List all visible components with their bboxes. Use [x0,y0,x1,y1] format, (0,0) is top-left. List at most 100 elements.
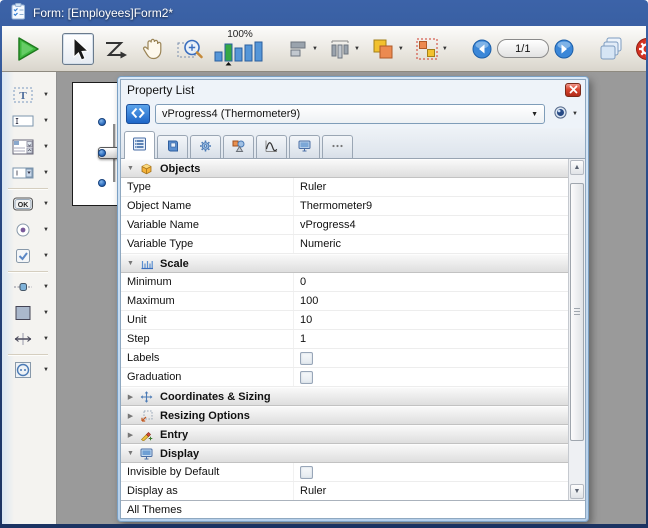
property-value[interactable]: Ruler [293,178,568,196]
property-value[interactable]: 10 [293,311,568,329]
theme-filter-bar[interactable]: All Themes [121,500,585,518]
property-value[interactable]: 1 [293,330,568,348]
sidebar-checkbox-tool[interactable]: ▼ [9,245,54,267]
property-value[interactable]: Ruler [293,482,568,500]
execute-form-button[interactable] [10,33,44,65]
property-label: Variable Name [121,216,293,234]
invisible-by-default-checkbox[interactable] [300,466,313,479]
zoom-bars-icon[interactable] [214,40,266,69]
collapse-triangle-icon[interactable]: ▼ [125,260,136,267]
expand-triangle-icon[interactable]: ▶ [125,431,136,439]
tab-shapes[interactable] [223,135,254,158]
form-pages-button[interactable] [595,34,627,64]
selection-handle[interactable] [98,118,106,126]
tab-curve[interactable] [256,135,287,158]
pan-tool-button[interactable] [136,34,168,64]
svg-text:OK: OK [18,202,29,209]
sidebar-plugin-tool[interactable]: ▼ [9,359,54,381]
property-label: Step [121,330,293,348]
chevron-down-icon[interactable]: ▼ [442,46,448,52]
chevron-down-icon[interactable]: ▼ [43,367,49,373]
chevron-down-icon[interactable]: ▼ [43,118,49,124]
selection-handle[interactable] [98,149,106,157]
scroll-up-button[interactable]: ▲ [570,160,584,175]
listbox-tool-icon [9,136,37,158]
property-label: Labels [121,349,293,367]
chevron-down-icon[interactable]: ▼ [354,46,360,52]
previous-page-button[interactable] [472,39,492,59]
section-resizing-options[interactable]: ▶ Resizing Options [121,406,568,425]
collapse-triangle-icon[interactable]: ▼ [125,450,136,457]
sidebar-text-tool[interactable]: T▼ [9,84,54,106]
sidebar-radio-tool[interactable]: ▼ [9,219,54,241]
sidebar-button-tool[interactable]: OK ▼ [9,193,54,215]
expand-triangle-icon[interactable]: ▶ [125,393,136,401]
chevron-down-icon[interactable]: ▼ [43,253,49,259]
object-level-button[interactable]: ▼ [368,35,407,63]
entry-order-tool-button[interactable] [99,35,131,63]
tab-monitor[interactable] [289,135,320,158]
zoom-level-widget[interactable]: 100% [214,29,266,69]
chevron-down-icon[interactable]: ▼ [43,201,49,207]
chevron-down-icon[interactable]: ▼ [43,310,49,316]
selection-handle[interactable] [98,179,106,187]
code-button[interactable] [126,104,150,124]
group-objects-button[interactable]: ▼ [412,35,451,63]
sidebar-rectangle-tool[interactable]: ▼ [9,302,54,324]
property-grid: ▼ObjectsTypeRulerObject NameThermometer9… [121,159,585,500]
section-scale[interactable]: ▼Scale [121,254,568,273]
tab-book[interactable] [157,135,188,158]
sidebar-listbox-tool[interactable]: ▼ [9,136,54,158]
scrollbar[interactable]: ▲ ▼ [568,159,585,500]
scroll-thumb[interactable] [570,183,584,441]
chevron-down-icon[interactable]: ▼ [312,46,318,52]
align-objects-button[interactable]: ▼ [286,37,321,61]
distribute-objects-button[interactable]: ▼ [326,37,363,61]
zoom-tool-button[interactable] [173,34,207,64]
collapse-triangle-icon[interactable]: ▼ [125,165,136,172]
sidebar-combobox-tool[interactable]: ▼ [9,162,54,184]
selection-tool-button[interactable] [62,33,94,65]
scroll-down-button[interactable]: ▼ [570,484,584,499]
chevron-down-icon[interactable]: ▼ [43,144,49,150]
chevron-down-icon[interactable]: ▼ [398,46,404,52]
property-list-titlebar[interactable]: Property List [121,80,585,100]
sidebar-input-tool[interactable]: ▼ [9,110,54,132]
section-objects[interactable]: ▼Objects [121,159,568,178]
object-selector[interactable]: vProgress4 (Thermometer9) ▼ [155,104,545,124]
section-entry[interactable]: ▶Entry [121,425,568,444]
chevron-down-icon[interactable]: ▼ [43,284,49,290]
section-label: Resizing Options [160,410,250,422]
play-icon [13,35,41,63]
tab-gear[interactable] [190,135,221,158]
theme-visibility-button[interactable]: ▼ [550,106,580,122]
curve-tab-icon [264,139,279,156]
chevron-down-icon[interactable]: ▼ [43,170,49,176]
property-grid-rows: ▼ObjectsTypeRulerObject NameThermometer9… [121,159,568,500]
titlebar[interactable]: Form: [Employees]Form2* [2,0,646,26]
next-page-button[interactable] [554,39,574,59]
sidebar-splitter-tool[interactable]: ▼ [9,328,54,350]
entry-icon [140,429,156,441]
section-display[interactable]: ▼Display [121,444,568,463]
labels-checkbox[interactable] [300,352,313,365]
property-value[interactable]: 100 [293,292,568,310]
property-value[interactable]: 0 [293,273,568,291]
display-tab-icon [297,139,312,156]
property-value[interactable]: vProgress4 [293,216,568,234]
property-value[interactable]: Numeric [293,235,568,253]
tab-list[interactable] [124,131,155,159]
section-coordinates-sizing[interactable]: ▶Coordinates & Sizing [121,387,568,406]
property-row-invisible-by-default: Invisible by Default [121,463,568,482]
graduation-checkbox[interactable] [300,371,313,384]
tab-more[interactable] [322,135,353,158]
chevron-down-icon[interactable]: ▼ [43,336,49,342]
chevron-down-icon[interactable]: ▼ [43,92,49,98]
close-button[interactable] [565,83,581,97]
property-row-graduation: Graduation [121,368,568,387]
sidebar-slider-tool[interactable]: ▼ [9,276,54,298]
form-settings-button[interactable]: ▼ [632,35,646,63]
chevron-down-icon[interactable]: ▼ [43,227,49,233]
property-value[interactable]: Thermometer9 [293,197,568,215]
expand-triangle-icon[interactable]: ▶ [125,412,136,420]
